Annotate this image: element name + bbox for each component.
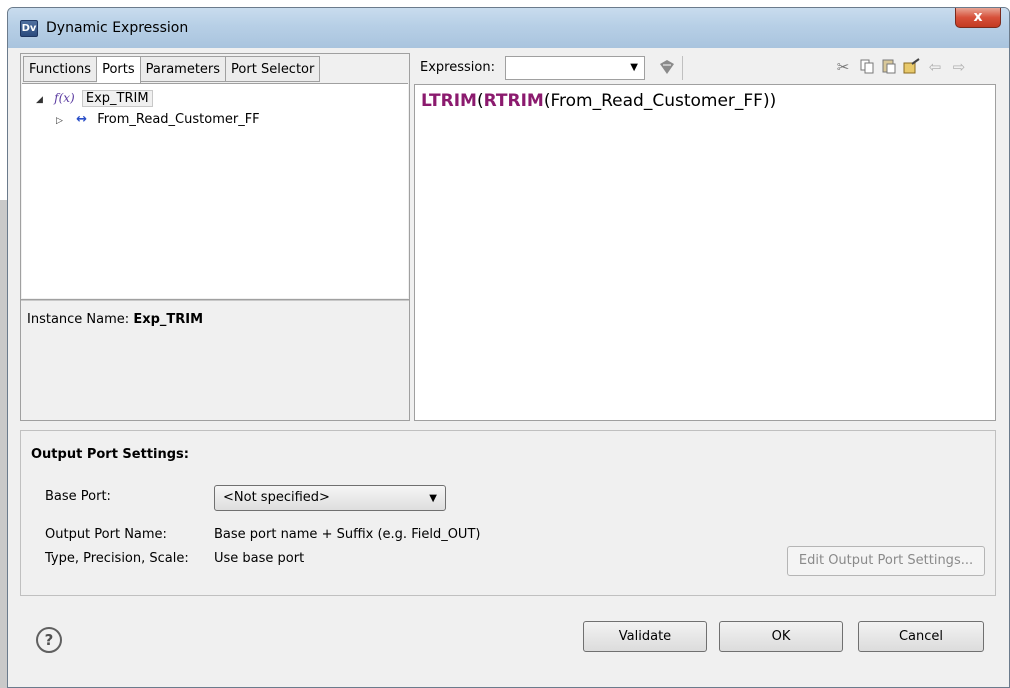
title-bar: Dv Dynamic Expression x xyxy=(8,8,1009,48)
tab-functions[interactable]: Functions xyxy=(23,56,98,82)
validate-button[interactable]: Validate xyxy=(583,621,707,652)
base-port-value: <Not specified> xyxy=(223,490,330,505)
output-settings-title: Output Port Settings: xyxy=(31,447,189,462)
output-port-name-value: Base port name + Suffix (e.g. Field_OUT) xyxy=(214,527,481,542)
tree-item-label: Exp_TRIM xyxy=(81,90,153,107)
function-icon: f(x) xyxy=(54,91,75,105)
cut-icon[interactable]: ✂ xyxy=(834,58,852,76)
edit-output-port-settings-button[interactable]: Edit Output Port Settings... xyxy=(787,546,985,576)
base-port-select[interactable]: <Not specified> ▼ xyxy=(214,485,446,511)
undo-icon[interactable]: ⇦ xyxy=(926,58,944,76)
chevron-down-icon: ▼ xyxy=(630,62,638,73)
type-precision-scale-label: Type, Precision, Scale: xyxy=(45,551,189,566)
type-precision-scale-value: Use base port xyxy=(214,551,305,566)
tab-parameters[interactable]: Parameters xyxy=(140,56,227,82)
ports-tree: ◢ f(x) Exp_TRIM ▷ ↔ From_Read_Customer_F… xyxy=(22,83,408,298)
base-port-label: Base Port: xyxy=(45,489,111,504)
panel-splitter[interactable] xyxy=(21,299,409,301)
help-icon[interactable]: ? xyxy=(36,627,62,653)
tree-item-from-read-customer-ff[interactable]: ▷ ↔ From_Read_Customer_FF xyxy=(56,109,260,131)
expression-text: LTRIM(RTRIM(From_Read_Customer_FF)) xyxy=(421,91,776,111)
expression-paren: ( xyxy=(476,91,484,111)
tree-item-label: From_Read_Customer_FF xyxy=(97,112,260,127)
redo-icon[interactable]: ⇨ xyxy=(950,58,968,76)
expression-combo[interactable]: ▼ xyxy=(505,56,645,80)
instance-name: Instance Name: Exp_TRIM xyxy=(27,312,203,327)
toolbar-separator xyxy=(682,56,683,80)
tree-item-exp-trim[interactable]: ◢ f(x) Exp_TRIM xyxy=(36,87,153,109)
output-port-settings: Output Port Settings: Base Port: <Not sp… xyxy=(20,430,996,596)
format-icon[interactable] xyxy=(903,58,921,76)
tab-port-selector[interactable]: Port Selector xyxy=(226,56,321,82)
output-port-name-label: Output Port Name: xyxy=(45,527,167,542)
chevron-down-icon: ▼ xyxy=(429,493,437,504)
close-button[interactable]: x xyxy=(955,8,1001,28)
instance-name-label: Instance Name: xyxy=(27,312,130,327)
keyword-rtrim: RTRIM xyxy=(483,91,544,111)
port-arrow-icon: ↔ xyxy=(76,112,88,127)
cancel-button[interactable]: Cancel xyxy=(858,621,984,652)
expression-editor[interactable]: LTRIM(RTRIM(From_Read_Customer_FF)) xyxy=(414,84,996,421)
keyword-ltrim: LTRIM xyxy=(421,91,477,111)
copy-icon[interactable] xyxy=(858,58,876,76)
app-icon: Dv xyxy=(20,20,38,37)
paste-icon[interactable] xyxy=(880,58,898,76)
ports-panel: Functions Ports Parameters Port Selector… xyxy=(20,53,410,421)
tab-ports[interactable]: Ports xyxy=(97,56,141,84)
left-tabs: Functions Ports Parameters Port Selector xyxy=(23,56,321,84)
expand-triangle-icon[interactable]: ▷ xyxy=(56,110,70,132)
expression-label: Expression: xyxy=(420,60,495,75)
background-window-edge xyxy=(0,200,7,688)
instance-name-value: Exp_TRIM xyxy=(133,312,204,327)
collapse-triangle-icon[interactable]: ◢ xyxy=(36,89,50,111)
expression-argument: (From_Read_Customer_FF)) xyxy=(543,91,777,111)
filter-icon[interactable] xyxy=(658,58,676,76)
window-title: Dynamic Expression xyxy=(46,20,189,36)
ok-button[interactable]: OK xyxy=(719,621,843,652)
